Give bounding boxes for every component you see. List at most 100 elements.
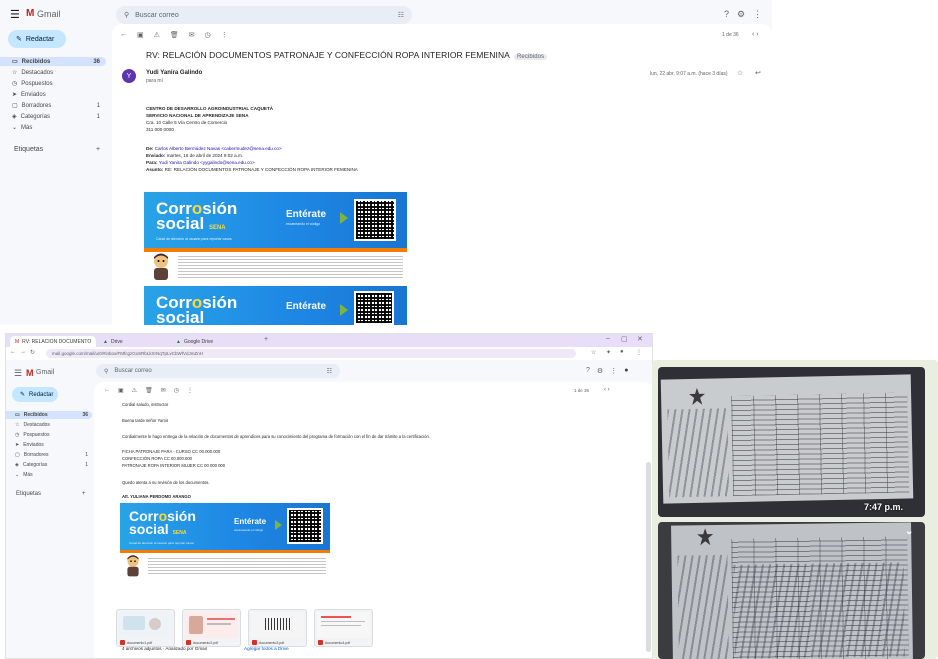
extensions-icon[interactable]: ✦ bbox=[606, 349, 611, 356]
delete-icon[interactable]: 🗑 bbox=[170, 31, 179, 39]
search-input[interactable]: Buscar correo bbox=[114, 368, 151, 374]
meta-key: Para: bbox=[146, 160, 158, 165]
sidebar-item-drafts[interactable]: ▢ Borradores 1 bbox=[6, 451, 92, 459]
scrollbar[interactable] bbox=[646, 462, 651, 652]
sidebar-item-label: Borradores bbox=[23, 452, 49, 458]
apps-icon[interactable]: ⋮ bbox=[753, 9, 762, 20]
document-photo-1[interactable]: 7:47 p.m. bbox=[658, 367, 925, 517]
reply-icon[interactable]: ↩ bbox=[755, 69, 761, 77]
report-spam-icon[interactable]: ⚠ bbox=[154, 31, 160, 39]
settings-icon[interactable]: ⚙ bbox=[597, 367, 603, 375]
sidebar-item-sent[interactable]: ➤ Enviados bbox=[0, 90, 106, 99]
photo-timestamp: 7:47 p.m. bbox=[864, 502, 904, 512]
new-tab-icon[interactable]: + bbox=[264, 336, 268, 343]
avatar[interactable]: ● bbox=[624, 367, 628, 375]
maximize-icon[interactable]: ▢ bbox=[621, 335, 628, 343]
settings-icon[interactable]: ⚙ bbox=[737, 9, 745, 20]
attachment-thumbnail[interactable]: documento2.pdf bbox=[182, 609, 241, 647]
minimize-icon[interactable]: – bbox=[606, 335, 610, 342]
back-icon[interactable]: ← bbox=[104, 387, 110, 394]
sidebar-item-more[interactable]: ⌄ Más bbox=[0, 123, 106, 132]
report-spam-icon[interactable]: ⚠ bbox=[132, 387, 137, 394]
sidebar-item-snoozed[interactable]: ◷ Pospuestos bbox=[0, 79, 106, 88]
sidebar-item-inbox[interactable]: ▭ Recibidos 36 bbox=[6, 411, 92, 419]
help-icon[interactable]: ? bbox=[586, 367, 590, 375]
meta-value[interactable]: Carlos Alberto Bermúdez Navas <cabermude… bbox=[155, 146, 282, 151]
close-icon[interactable]: ✕ bbox=[637, 335, 643, 343]
snooze-icon[interactable]: ◷ bbox=[205, 31, 211, 39]
attachment-thumbnail[interactable]: documento4.pdf bbox=[314, 609, 373, 647]
pager-arrows-icon[interactable]: ‹ › bbox=[604, 387, 610, 393]
delete-icon[interactable]: 🗑 bbox=[145, 387, 153, 394]
tab-google-drive[interactable]: ▲ Google Drive bbox=[171, 336, 261, 347]
gmail-wordmark: Gmail bbox=[37, 9, 61, 19]
sidebar-item-sent[interactable]: ➤ Enviados bbox=[6, 441, 92, 449]
meta-value[interactable]: Yudi Yanira Galindo <yygalindo@sena.edu.… bbox=[159, 160, 255, 165]
profile-icon[interactable]: ● bbox=[620, 349, 624, 355]
tab-drive[interactable]: ▲ Drive bbox=[98, 336, 168, 347]
attachment-thumbnail[interactable]: documento3.pdf bbox=[248, 609, 307, 647]
add-label-icon[interactable]: + bbox=[96, 146, 100, 153]
attachment-thumbnail[interactable]: documento1.pdf bbox=[116, 609, 175, 647]
sidebar-item-drafts[interactable]: ▢ Borradores 1 bbox=[0, 101, 106, 110]
body-line: Quedo atenta a su revisión de los docume… bbox=[122, 480, 210, 485]
more-icon[interactable]: ⋮ bbox=[187, 387, 193, 394]
hamburger-menu-icon[interactable]: ☰ bbox=[14, 368, 22, 379]
tab-email[interactable]: MRV: RELACIÓN DOCUMENTOS PATRONAJE bbox=[10, 336, 96, 347]
archive-icon[interactable]: ▣ bbox=[118, 387, 124, 394]
reload-icon[interactable]: ↻ bbox=[30, 349, 35, 356]
forward-icon[interactable]: → bbox=[20, 349, 26, 355]
star-icon: ☆ bbox=[15, 422, 20, 428]
add-label-icon[interactable]: + bbox=[82, 491, 86, 497]
sidebar-item-starred[interactable]: ☆ Destacados bbox=[0, 68, 106, 77]
inbox-tag[interactable]: Recibidos bbox=[513, 54, 548, 60]
snooze-icon[interactable]: ◷ bbox=[174, 387, 179, 394]
search-input[interactable]: Buscar correo bbox=[135, 12, 179, 19]
search-bar[interactable]: ⚲ Buscar correo ☷ bbox=[116, 6, 412, 24]
recipient-label[interactable]: para mí bbox=[146, 78, 163, 84]
clock-icon: ◷ bbox=[15, 432, 20, 438]
chevron-down-icon[interactable]: ⌄ bbox=[905, 526, 913, 537]
help-icon[interactable]: ? bbox=[724, 9, 729, 20]
filter-icon[interactable]: ☷ bbox=[398, 11, 404, 19]
hamburger-menu-icon[interactable]: ☰ bbox=[10, 8, 20, 21]
back-icon[interactable]: ← bbox=[120, 31, 127, 39]
top-right-actions: ? ⚙ ⋮ bbox=[724, 9, 762, 20]
sidebar-item-starred[interactable]: ☆ Destacados bbox=[6, 421, 92, 429]
arrow-right-icon bbox=[340, 304, 348, 316]
address-bar-row: ← → ↻ mail.google.com/mail/u/0/#inbox/FM… bbox=[6, 347, 652, 360]
sidebar-item-inbox[interactable]: ▭ Recibidos 36 bbox=[0, 57, 106, 66]
corrosion-social-banner[interactable]: Corrosión social SENA Canal de atención a… bbox=[120, 503, 330, 550]
more-icon[interactable]: ⋮ bbox=[221, 31, 228, 39]
star-icon[interactable]: ☆ bbox=[737, 69, 743, 77]
avatar[interactable]: Y bbox=[122, 69, 136, 83]
corrosion-social-banner[interactable]: Corrosión social SENA Canal de atención a… bbox=[144, 192, 407, 248]
apps-icon[interactable]: ⋮ bbox=[610, 367, 617, 375]
archive-icon[interactable]: ▣ bbox=[137, 31, 144, 39]
email-toolbar: ← ▣ ⚠ 🗑 ✉ ◷ ⋮ bbox=[104, 387, 193, 394]
compose-button[interactable]: ✎ Redactar bbox=[12, 387, 58, 402]
sender-name[interactable]: Yudi Yanira Galindo bbox=[146, 70, 202, 76]
bookmark-star-icon[interactable]: ☆ bbox=[591, 349, 596, 356]
sidebar-item-categories[interactable]: ◈ Categorías 1 bbox=[6, 461, 92, 469]
brand-part: social bbox=[156, 214, 205, 234]
corrosion-social-banner[interactable]: Corrosión social Entérate bbox=[144, 286, 407, 325]
mark-unread-icon[interactable]: ✉ bbox=[189, 31, 195, 39]
sidebar-item-label: Recibidos bbox=[21, 58, 51, 65]
email-view: ← ▣ ⚠ 🗑 ✉ ◷ ⋮ 1 de 36 ‹ › Cordial saludo… bbox=[94, 382, 652, 658]
search-bar[interactable]: ⚲ Buscar correo ☷ bbox=[96, 364, 340, 378]
sidebar-item-categories[interactable]: ◈ Categorías 1 bbox=[0, 112, 106, 121]
sidebar-item-more[interactable]: ⌄ Más bbox=[6, 471, 92, 479]
pager-arrows-icon[interactable]: ‹ › bbox=[752, 31, 759, 38]
meta-value: martes, 16 de abril de 2024 9:02 a.m. bbox=[166, 153, 244, 158]
brand-part: sión bbox=[167, 508, 196, 524]
document-photo-2[interactable]: ⌄ bbox=[658, 522, 925, 659]
back-icon[interactable]: ← bbox=[10, 349, 16, 355]
sidebar-item-snoozed[interactable]: ◷ Pospuestos bbox=[6, 431, 92, 439]
filter-icon[interactable]: ☷ bbox=[327, 368, 332, 375]
url-input[interactable]: mail.google.com/mail/u/0/#inbox/FMfcgzGx… bbox=[46, 349, 576, 358]
compose-button[interactable]: ✎ Redactar bbox=[8, 30, 66, 48]
brand-part: sión bbox=[202, 199, 238, 218]
mark-unread-icon[interactable]: ✉ bbox=[161, 387, 166, 394]
browser-menu-icon[interactable]: ⋮ bbox=[636, 349, 642, 356]
